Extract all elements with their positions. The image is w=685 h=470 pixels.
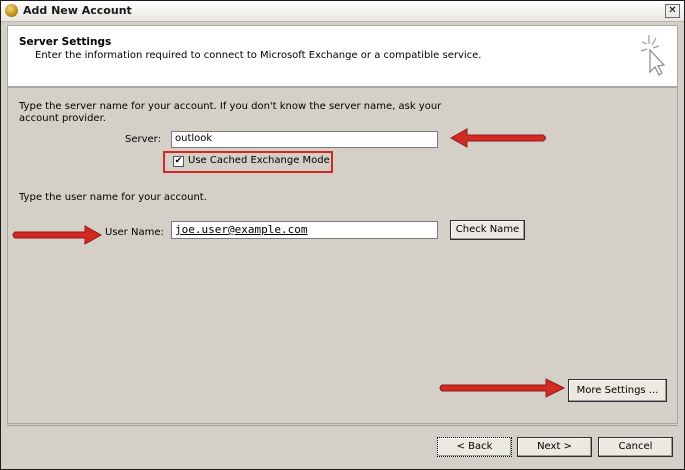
username-label: User Name: [105,227,164,238]
back-button[interactable]: < Back [437,437,512,457]
cancel-button[interactable]: Cancel [598,437,673,457]
outlook-icon [5,4,18,17]
annotation-arrow-more-settings [439,378,566,398]
footer-divider [7,425,678,426]
server-input[interactable]: outlook [171,131,438,148]
check-name-button[interactable]: Check Name [450,220,525,240]
cached-mode-checkbox[interactable]: ✔ [173,156,184,167]
window-title: Add New Account [23,4,132,17]
username-input[interactable]: joe.user@example.com [171,221,438,239]
server-instruction-line2: account provider. [19,113,106,124]
server-label: Server: [125,134,161,145]
user-instruction: Type the user name for your account. [19,192,207,203]
wizard-header: Server Settings Enter the information re… [7,25,678,87]
server-instruction-line1: Type the server name for your account. I… [19,101,442,112]
annotation-arrow-username [12,225,103,245]
wizard-cursor-icon [640,35,666,76]
page-title: Server Settings [19,36,112,48]
add-account-dialog: Add New Account ✕ Server Settings Enter … [0,0,685,470]
annotation-arrow-server [449,128,546,148]
more-settings-button[interactable]: More Settings ... [568,379,667,402]
next-button[interactable]: Next > [517,437,592,457]
close-icon[interactable]: ✕ [665,4,680,18]
page-subtitle: Enter the information required to connec… [35,50,482,61]
cached-mode-label[interactable]: Use Cached Exchange Mode [188,155,330,166]
title-bar: Add New Account ✕ [1,1,684,22]
